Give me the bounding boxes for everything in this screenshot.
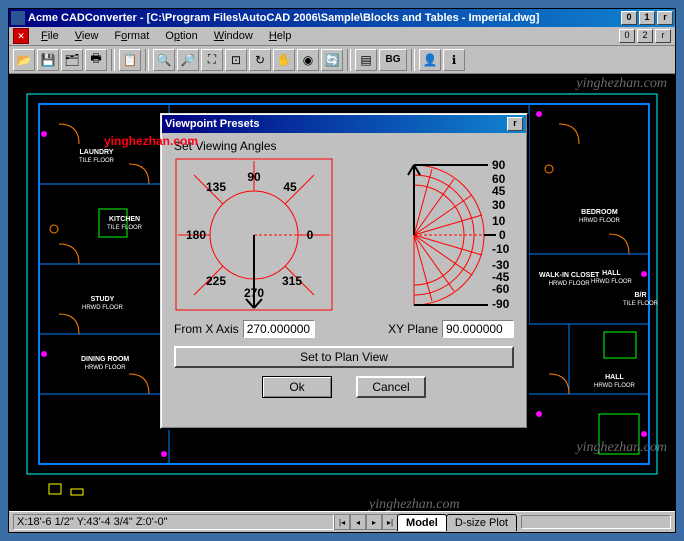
- watermark-red: yinghezhan.com: [104, 134, 198, 148]
- set-to-plan-view-button[interactable]: Set to Plan View: [174, 346, 514, 368]
- cancel-button[interactable]: Cancel: [356, 376, 426, 398]
- menu-format[interactable]: Format: [106, 28, 157, 44]
- zoom-extents-button[interactable]: ⊡: [225, 49, 247, 71]
- separator: [145, 49, 149, 71]
- svg-text:315: 315: [282, 274, 302, 288]
- svg-text:45: 45: [492, 184, 506, 198]
- xy-plane-label: XY Plane: [388, 322, 438, 336]
- svg-text:225: 225: [206, 274, 226, 288]
- doc-icon[interactable]: ✕: [13, 28, 29, 44]
- svg-text:30: 30: [492, 198, 506, 212]
- minimize-button[interactable]: 0: [621, 11, 637, 25]
- room-dining: DINING ROOMHRWD FLOOR: [81, 356, 129, 372]
- mdi-minimize-button[interactable]: 0: [619, 29, 635, 43]
- dialog-title: Viewpoint Presets: [165, 118, 507, 130]
- separator: [411, 49, 415, 71]
- mdi-close-button[interactable]: r: [655, 29, 671, 43]
- svg-text:0: 0: [499, 228, 506, 242]
- tab-last-button[interactable]: ▸|: [382, 514, 398, 530]
- mdi-window-buttons: 0 2 r: [619, 29, 671, 43]
- room-laundry: LAUNDRYTILE FLOOR: [79, 149, 114, 165]
- dialog-close-button[interactable]: r: [507, 117, 523, 131]
- room-hall2: HALLHRWD FLOOR: [594, 374, 635, 390]
- maximize-button[interactable]: 1: [639, 11, 655, 25]
- batch-button[interactable]: 🗂: [61, 49, 83, 71]
- xy-plane-input[interactable]: [442, 320, 514, 338]
- from-x-axis-label: From X Axis: [174, 322, 239, 336]
- view-3d-button[interactable]: ◉: [297, 49, 319, 71]
- tab-model[interactable]: Model: [397, 514, 447, 531]
- app-icon: [11, 11, 25, 25]
- azimuth-dial[interactable]: 90 45 0 315 270 225 180 135: [174, 157, 334, 312]
- zoom-dynamic-button[interactable]: ↻: [249, 49, 271, 71]
- status-pane: [521, 515, 671, 529]
- layers-button[interactable]: ▤: [355, 49, 377, 71]
- set-viewing-angles-label: Set Viewing Angles: [174, 139, 514, 153]
- print-button[interactable]: 🖶: [85, 49, 107, 71]
- redraw-button[interactable]: 🔄: [321, 49, 343, 71]
- from-x-axis-input[interactable]: [243, 320, 315, 338]
- separator: [347, 49, 351, 71]
- room-hall: HALLHRWD FLOOR: [591, 270, 632, 286]
- toolbar: 📂 💾 🗂 🖶 📋 🔍 🔎 ⛶ ⊡ ↻ ✋ ◉ 🔄 ▤ BG 👤 ℹ: [9, 46, 675, 74]
- tab-next-button[interactable]: ▸: [366, 514, 382, 530]
- viewpoint-presets-dialog: Viewpoint Presets r Set Viewing Angles: [160, 113, 528, 429]
- dialog-titlebar: Viewpoint Presets r: [162, 115, 526, 133]
- background-button[interactable]: BG: [379, 49, 407, 71]
- window-title: Acme CADConverter - [C:\Program Files\Au…: [28, 12, 621, 24]
- room-bedroom: BEDROOMHRWD FLOOR: [579, 209, 620, 225]
- svg-text:90: 90: [492, 158, 506, 172]
- svg-text:90: 90: [247, 170, 261, 184]
- open-button[interactable]: 📂: [13, 49, 35, 71]
- elevation-dial[interactable]: 90 60 45 30 10 0 -10 -30 -45 -60 -90: [354, 157, 514, 312]
- svg-text:135: 135: [206, 180, 226, 194]
- layout-tabs: |◂ ◂ ▸ ▸| Model D-size Plot: [334, 514, 517, 531]
- menubar: ✕ File View Format Option Window Help 0 …: [9, 27, 675, 46]
- save-button[interactable]: 💾: [37, 49, 59, 71]
- ok-button[interactable]: Ok: [262, 376, 332, 398]
- coordinates-readout: X:18'-6 1/2" Y:43'-4 3/4" Z:0'-0": [13, 514, 334, 530]
- about-button[interactable]: ℹ: [443, 49, 465, 71]
- svg-text:180: 180: [186, 228, 206, 242]
- svg-text:10: 10: [492, 214, 506, 228]
- mdi-restore-button[interactable]: 2: [637, 29, 653, 43]
- svg-text:45: 45: [283, 180, 297, 194]
- room-br: B/RTILE FLOOR: [623, 292, 658, 308]
- menu-option[interactable]: Option: [157, 28, 205, 44]
- room-study: STUDYHRWD FLOOR: [82, 296, 123, 312]
- tab-dsize-plot[interactable]: D-size Plot: [446, 514, 517, 531]
- menu-file[interactable]: File: [33, 28, 67, 44]
- svg-text:-10: -10: [492, 242, 510, 256]
- pan-button[interactable]: ✋: [273, 49, 295, 71]
- tab-first-button[interactable]: |◂: [334, 514, 350, 530]
- svg-text:-90: -90: [492, 297, 510, 311]
- zoom-window-button[interactable]: ⛶: [201, 49, 223, 71]
- help-button[interactable]: 👤: [419, 49, 441, 71]
- close-button[interactable]: r: [657, 11, 673, 25]
- svg-text:270: 270: [244, 286, 264, 300]
- zoom-out-button[interactable]: 🔎: [177, 49, 199, 71]
- titlebar: Acme CADConverter - [C:\Program Files\Au…: [9, 9, 675, 27]
- room-kitchen: KITCHENTILE FLOOR: [107, 216, 142, 232]
- menu-help[interactable]: Help: [261, 28, 300, 44]
- svg-text:-60: -60: [492, 282, 510, 296]
- svg-text:0: 0: [307, 228, 314, 242]
- statusbar: X:18'-6 1/2" Y:43'-4 3/4" Z:0'-0" |◂ ◂ ▸…: [9, 511, 675, 532]
- separator: [111, 49, 115, 71]
- zoom-in-button[interactable]: 🔍: [153, 49, 175, 71]
- copy-button[interactable]: 📋: [119, 49, 141, 71]
- tab-prev-button[interactable]: ◂: [350, 514, 366, 530]
- menu-view[interactable]: View: [67, 28, 107, 44]
- window-buttons: 0 1 r: [621, 11, 673, 25]
- menu-window[interactable]: Window: [206, 28, 261, 44]
